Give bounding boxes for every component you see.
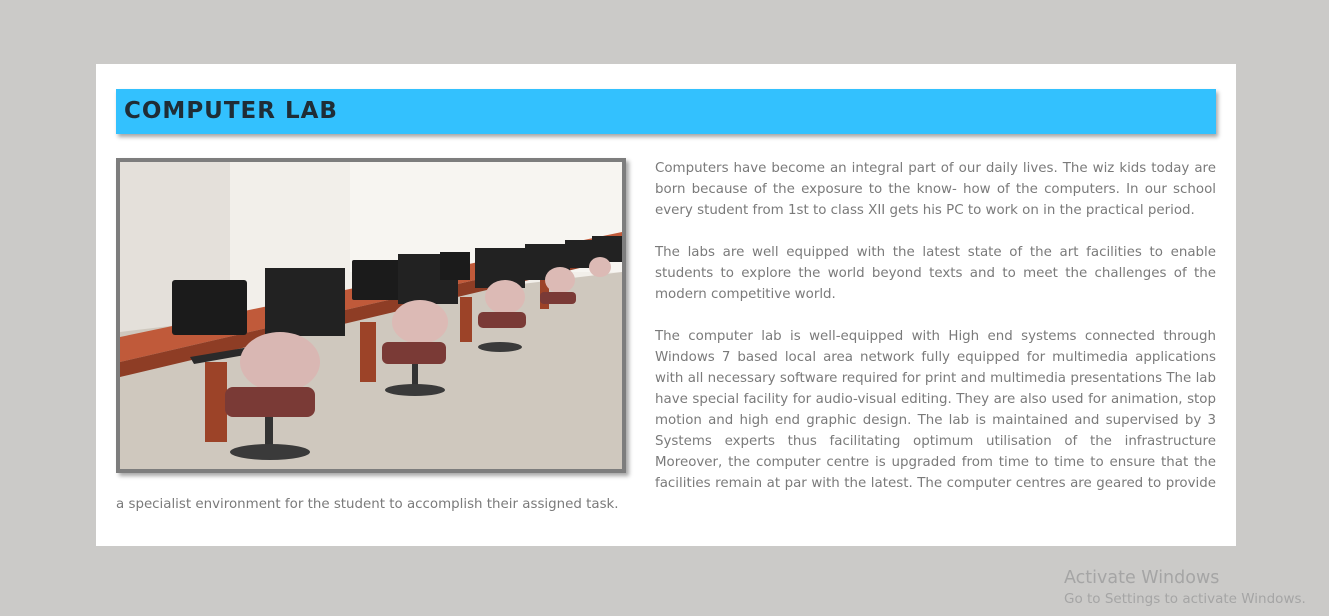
- section-header: COMPUTER LAB: [116, 89, 1216, 134]
- computer-lab-image: [120, 162, 622, 469]
- content-card: COMPUTER LAB Computers have become an in…: [96, 64, 1236, 546]
- watermark-subtitle: Go to Settings to activate Windows.: [1064, 591, 1306, 607]
- page-title: COMPUTER LAB: [124, 98, 338, 124]
- content-body: Computers have become an integral part o…: [116, 158, 1216, 536]
- computer-lab-photo: [116, 158, 626, 473]
- activation-watermark: Activate Windows Go to Settings to activ…: [1064, 566, 1306, 608]
- watermark-title: Activate Windows: [1064, 568, 1220, 588]
